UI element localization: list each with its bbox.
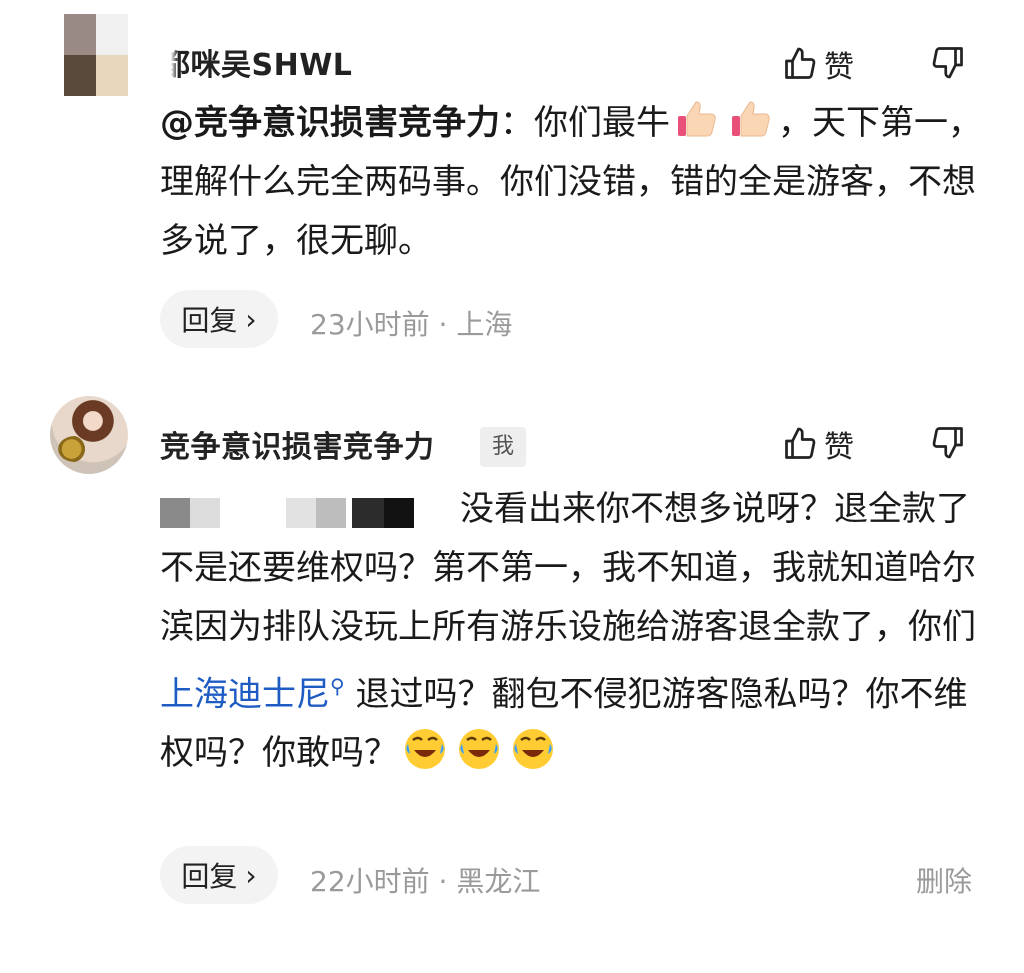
- chevron-right-icon: ›: [245, 302, 257, 336]
- reply-label: 回复: [181, 304, 238, 337]
- rolling-laugh-emoji: [459, 729, 499, 770]
- thumbs-up-icon: [785, 427, 816, 459]
- thumbs-down-icon: [932, 47, 963, 79]
- thumbs-up-icon: [785, 47, 816, 79]
- me-badge: 我: [480, 427, 526, 467]
- topic-link[interactable]: 上海迪士尼: [160, 674, 330, 714]
- location: 上海: [456, 308, 513, 341]
- thumbs-up-emoji: [732, 101, 770, 137]
- username[interactable]: 都咪吴SHWL: [160, 40, 352, 84]
- rolling-laugh-emoji: [513, 729, 553, 770]
- comment-text: @竞争意识损害竞争力：你们最牛 ，天下第一，理解什么完全两码事。你们没错，错的全是…: [160, 94, 990, 271]
- like-button[interactable]: 赞: [782, 42, 854, 86]
- redacted-text: [160, 488, 450, 528]
- comment-meta: 23小时前 · 上海: [310, 303, 512, 343]
- redaction-mask: [160, 38, 178, 78]
- like-label: 赞: [824, 50, 854, 85]
- comment-text: 没看出来你不想多说呀？退全款了不是还要维权吗？第不第一，我不知道，我就知道哈尔滨…: [160, 480, 990, 783]
- rolling-laugh-emoji: [405, 729, 445, 770]
- reply-label: 回复: [181, 860, 238, 893]
- timestamp: 22小时前: [310, 865, 430, 898]
- thumbs-down-icon: [932, 427, 963, 459]
- like-button[interactable]: 赞: [782, 422, 854, 466]
- dislike-button[interactable]: [930, 44, 966, 84]
- username[interactable]: 竞争意识损害竞争力: [160, 422, 435, 466]
- chevron-right-icon: ›: [245, 858, 257, 892]
- timestamp: 23小时前: [310, 308, 430, 341]
- avatar[interactable]: [50, 396, 128, 474]
- comment-item: 竞争意识损害竞争力 我 赞 没看出来你不想多说呀？退全款了不是还要维权吗？第不第…: [0, 370, 1024, 973]
- thumbs-up-emoji: [678, 101, 716, 137]
- delete-button[interactable]: 删除: [916, 860, 972, 900]
- comment-item: 都咪吴SHWL 赞 @竞争意识损害竞争力：你们最牛 ，天下第一，理解什么完全两码事…: [0, 0, 1024, 370]
- search-icon[interactable]: ⚲: [330, 674, 345, 698]
- comment-meta: 22小时前 · 黑龙江: [310, 860, 540, 900]
- meta-separator: ·: [438, 865, 448, 898]
- comment-text-part: ：你们最牛: [500, 103, 670, 143]
- french-horn-image: [58, 436, 92, 462]
- location: 黑龙江: [456, 865, 541, 898]
- dislike-button[interactable]: [930, 424, 966, 464]
- avatar[interactable]: [64, 14, 128, 96]
- reply-button[interactable]: 回复 ›: [160, 846, 278, 904]
- reply-button[interactable]: 回复 ›: [160, 290, 278, 348]
- mention-link[interactable]: @竞争意识损害竞争力: [160, 103, 500, 143]
- meta-separator: ·: [438, 308, 448, 341]
- like-label: 赞: [824, 430, 854, 465]
